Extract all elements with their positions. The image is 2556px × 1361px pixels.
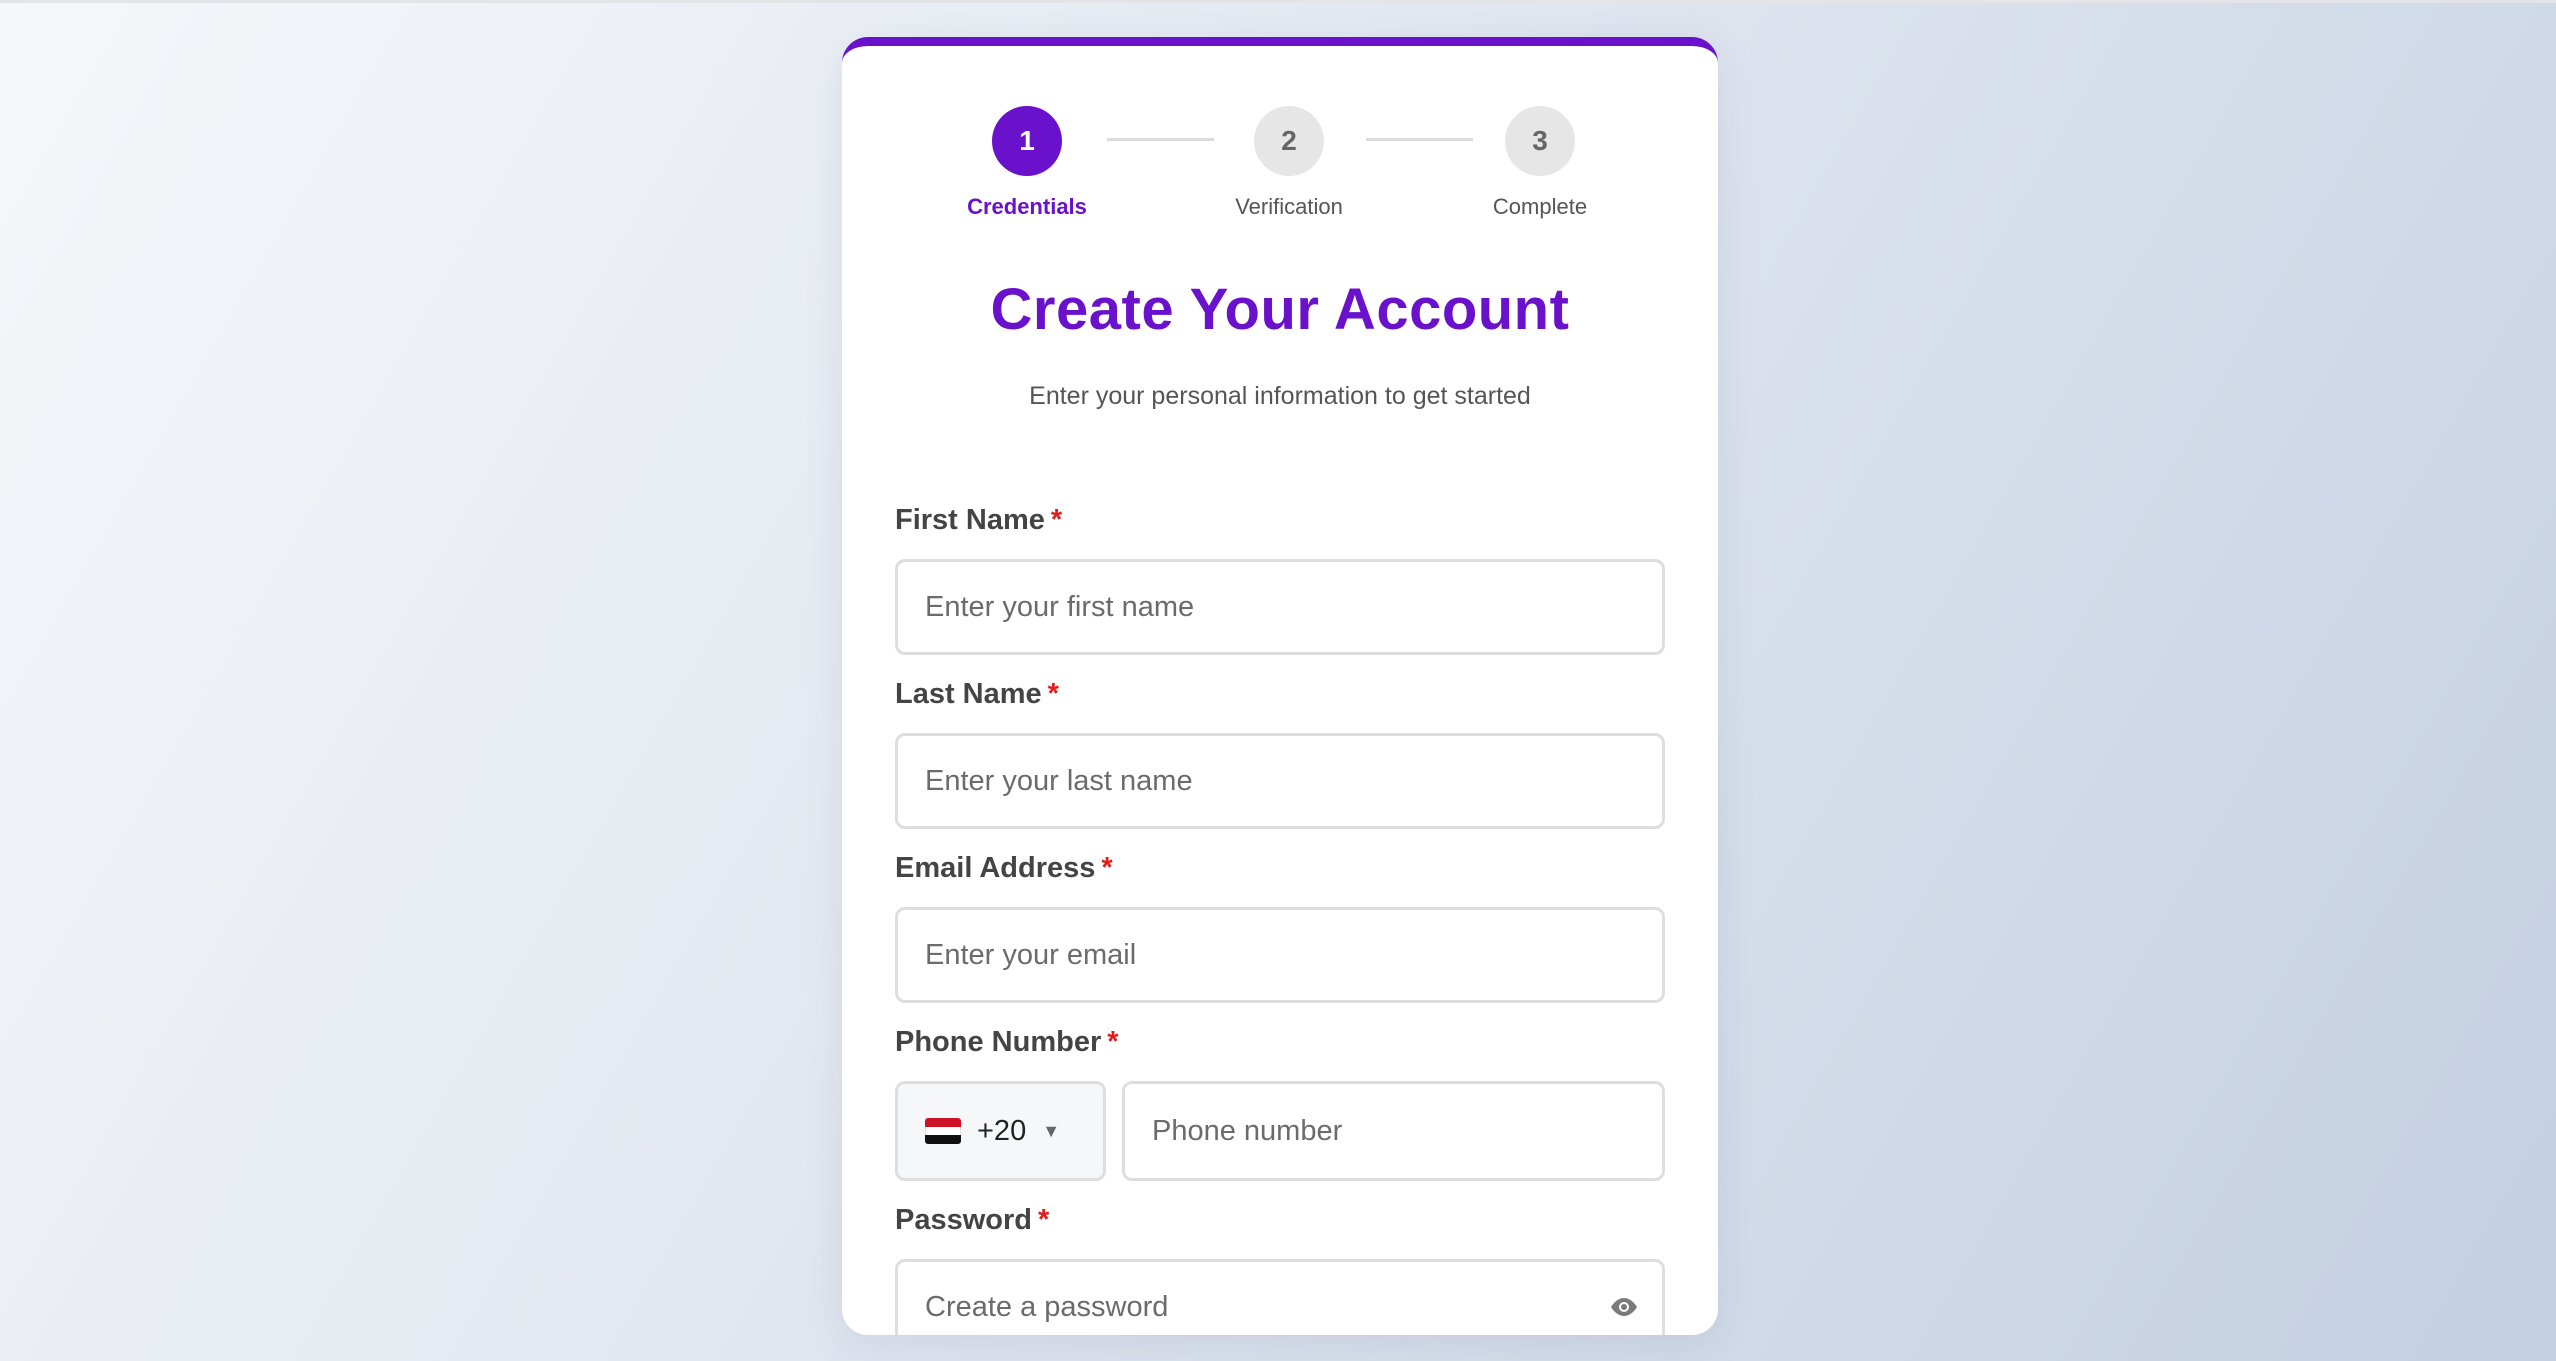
- email-field[interactable]: Enter your email: [895, 907, 1665, 1003]
- step-verification: 2 Verification: [1189, 106, 1389, 220]
- first-name-field[interactable]: Enter your first name: [895, 559, 1665, 655]
- phone-number-field[interactable]: Phone number: [1122, 1081, 1665, 1181]
- first-name-placeholder: Enter your first name: [925, 590, 1195, 623]
- step-number-badge: 3: [1505, 106, 1575, 176]
- required-marker: *: [1101, 852, 1113, 884]
- email-label: Email Address *: [895, 852, 1113, 884]
- progress-stepper: 1 Credentials 2 Verification 3 Complete: [842, 46, 1718, 246]
- page-title: Create Your Account: [990, 277, 1570, 342]
- signup-card: 1 Credentials 2 Verification 3 Complete …: [842, 37, 1718, 1335]
- required-marker: *: [1047, 678, 1059, 710]
- country-code-value: +20: [977, 1114, 1027, 1147]
- required-marker: *: [1050, 504, 1063, 536]
- step-label: Complete: [1492, 194, 1588, 219]
- password-placeholder: Create a password: [925, 1290, 1169, 1323]
- required-marker: *: [1107, 1026, 1119, 1058]
- step-complete: 3 Complete: [1440, 106, 1640, 220]
- step-label: Credentials: [967, 194, 1087, 219]
- step-label: Verification: [1235, 194, 1343, 219]
- phone-label: Phone Number *: [895, 1026, 1119, 1058]
- last-name-field[interactable]: Enter your last name: [895, 733, 1665, 829]
- page-subtitle: Enter your personal information to get s…: [1029, 382, 1531, 410]
- chevron-down-icon: ▼: [1042, 1120, 1061, 1141]
- eye-icon[interactable]: [1608, 1295, 1640, 1319]
- required-marker: *: [1038, 1204, 1050, 1236]
- step-number-badge: 2: [1254, 106, 1324, 176]
- phone-placeholder: Phone number: [1152, 1114, 1343, 1147]
- first-name-label: First Name *: [895, 504, 1063, 536]
- last-name-placeholder: Enter your last name: [925, 764, 1193, 797]
- password-field[interactable]: Create a password: [895, 1259, 1665, 1335]
- step-number-badge: 1: [992, 106, 1062, 176]
- last-name-label: Last Name *: [895, 678, 1059, 710]
- country-code-select[interactable]: +20 ▼: [895, 1081, 1106, 1181]
- password-label: Password *: [895, 1204, 1050, 1236]
- browser-top-border: [0, 0, 2556, 3]
- egypt-flag-icon: [925, 1118, 961, 1144]
- email-placeholder: Enter your email: [925, 938, 1137, 971]
- step-credentials: 1 Credentials: [927, 106, 1127, 220]
